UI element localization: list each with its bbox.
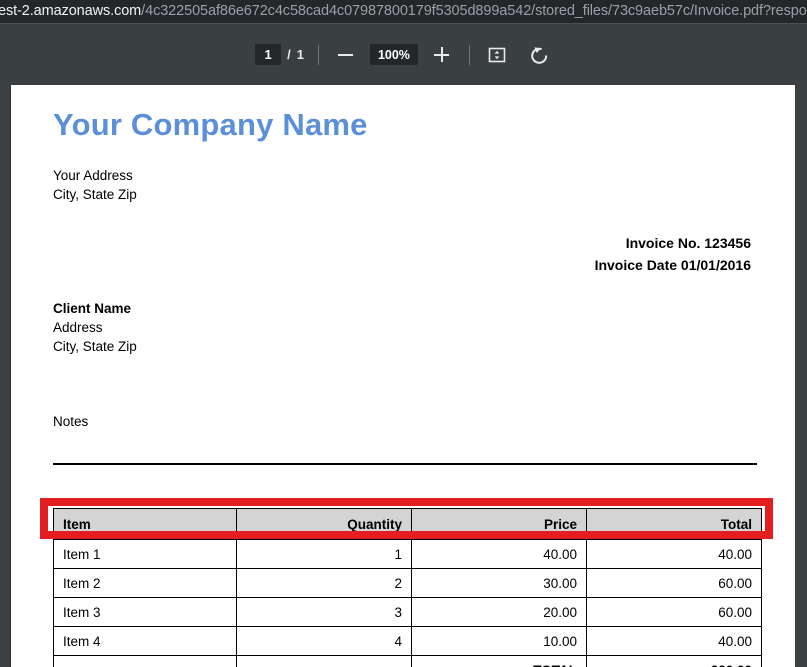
minus-icon: [338, 54, 353, 56]
total-amount: 200.00: [587, 656, 762, 667]
cell-item: Item 1: [54, 540, 237, 569]
cell-item: Item 2: [54, 569, 237, 598]
company-address-line1: Your Address: [53, 166, 753, 185]
column-header-price: Price: [412, 509, 587, 540]
cell-price: 40.00: [412, 540, 587, 569]
notes-label: Notes: [53, 414, 753, 429]
viewer-right-gutter: [795, 85, 807, 667]
zoom-in-button[interactable]: [429, 42, 455, 68]
cell-price: 20.00: [412, 598, 587, 627]
zoom-out-button[interactable]: [333, 42, 359, 68]
client-address-block: Client Name Address City, State Zip: [53, 299, 753, 356]
url-text: est-2.amazonaws.com/4c322505af86e672c4c5…: [0, 0, 807, 23]
page-separator: /: [287, 47, 291, 62]
client-name: Client Name: [53, 299, 753, 318]
cell-price: 10.00: [412, 627, 587, 656]
cell-quantity: 3: [237, 598, 412, 627]
invoice-number: Invoice No. 123456: [53, 232, 751, 254]
section-divider-line: [53, 463, 757, 465]
cell-quantity: 2: [237, 569, 412, 598]
cell-item: Item 3: [54, 598, 237, 627]
plus-icon: [434, 47, 449, 62]
url-host: est-2.amazonaws.com: [0, 3, 141, 19]
column-header-item: Item: [54, 509, 237, 540]
company-name: Your Company Name: [53, 85, 753, 143]
fit-to-page-icon: [486, 44, 508, 66]
column-header-quantity: Quantity: [237, 509, 412, 540]
table-row: Item 3 3 20.00 60.00: [54, 598, 762, 627]
cell-total: 40.00: [587, 627, 762, 656]
cell-quantity: 4: [237, 627, 412, 656]
invoice-meta-block: Invoice No. 123456 Invoice Date 01/01/20…: [53, 232, 753, 276]
cell-total: 60.00: [587, 598, 762, 627]
cell-empty-item: [54, 656, 237, 667]
toolbar-divider-2: [469, 45, 470, 65]
invoice-date: Invoice Date 01/01/2016: [53, 254, 751, 276]
cell-total: 40.00: [587, 540, 762, 569]
invoice-content: Your Company Name Your Address City, Sta…: [11, 85, 795, 667]
table-row: Item 1 1 40.00 40.00: [54, 540, 762, 569]
pdf-viewer-toolbar: 1 / 1 100%: [0, 23, 807, 85]
client-address-line1: Address: [53, 318, 753, 337]
table-total-row: TOTAL 200.00: [54, 656, 762, 667]
rotate-counterclockwise-button[interactable]: [526, 42, 552, 68]
zoom-level-display[interactable]: 100%: [370, 44, 418, 65]
cell-total: 60.00: [587, 569, 762, 598]
browser-url-bar[interactable]: est-2.amazonaws.com/4c322505af86e672c4c5…: [0, 0, 807, 23]
column-header-total: Total: [587, 509, 762, 540]
company-address-block: Your Address City, State Zip: [53, 166, 753, 204]
client-address-line2: City, State Zip: [53, 337, 753, 356]
invoice-page: Your Company Name Your Address City, Sta…: [11, 85, 795, 667]
cell-item: Item 4: [54, 627, 237, 656]
cell-quantity: 1: [237, 540, 412, 569]
table-row: Item 2 2 30.00 60.00: [54, 569, 762, 598]
total-pages-label: 1: [297, 47, 304, 62]
url-path: /4c322505af86e672c4c58cad4c07987800179f5…: [141, 3, 807, 19]
table-header-row: Item Quantity Price Total: [54, 509, 762, 540]
invoice-items-table: Item Quantity Price Total Item 1 1 40.00…: [53, 508, 762, 667]
rotate-counterclockwise-icon: [527, 43, 551, 67]
pdf-document-viewer[interactable]: Your Company Name Your Address City, Sta…: [0, 85, 807, 667]
cell-empty-quantity: [237, 656, 412, 667]
cell-price: 30.00: [412, 569, 587, 598]
invoice-table-head: Item Quantity Price Total: [54, 509, 762, 540]
fit-to-page-button[interactable]: [484, 42, 510, 68]
table-row: Item 4 4 10.00 40.00: [54, 627, 762, 656]
company-address-line2: City, State Zip: [53, 185, 753, 204]
page-number-input[interactable]: 1: [255, 44, 281, 65]
page-navigation-group: 1 / 1: [255, 44, 304, 65]
total-label: TOTAL: [412, 656, 587, 667]
invoice-table-body: Item 1 1 40.00 40.00 Item 2 2 30.00 60.0…: [54, 540, 762, 667]
toolbar-divider-1: [318, 45, 319, 65]
